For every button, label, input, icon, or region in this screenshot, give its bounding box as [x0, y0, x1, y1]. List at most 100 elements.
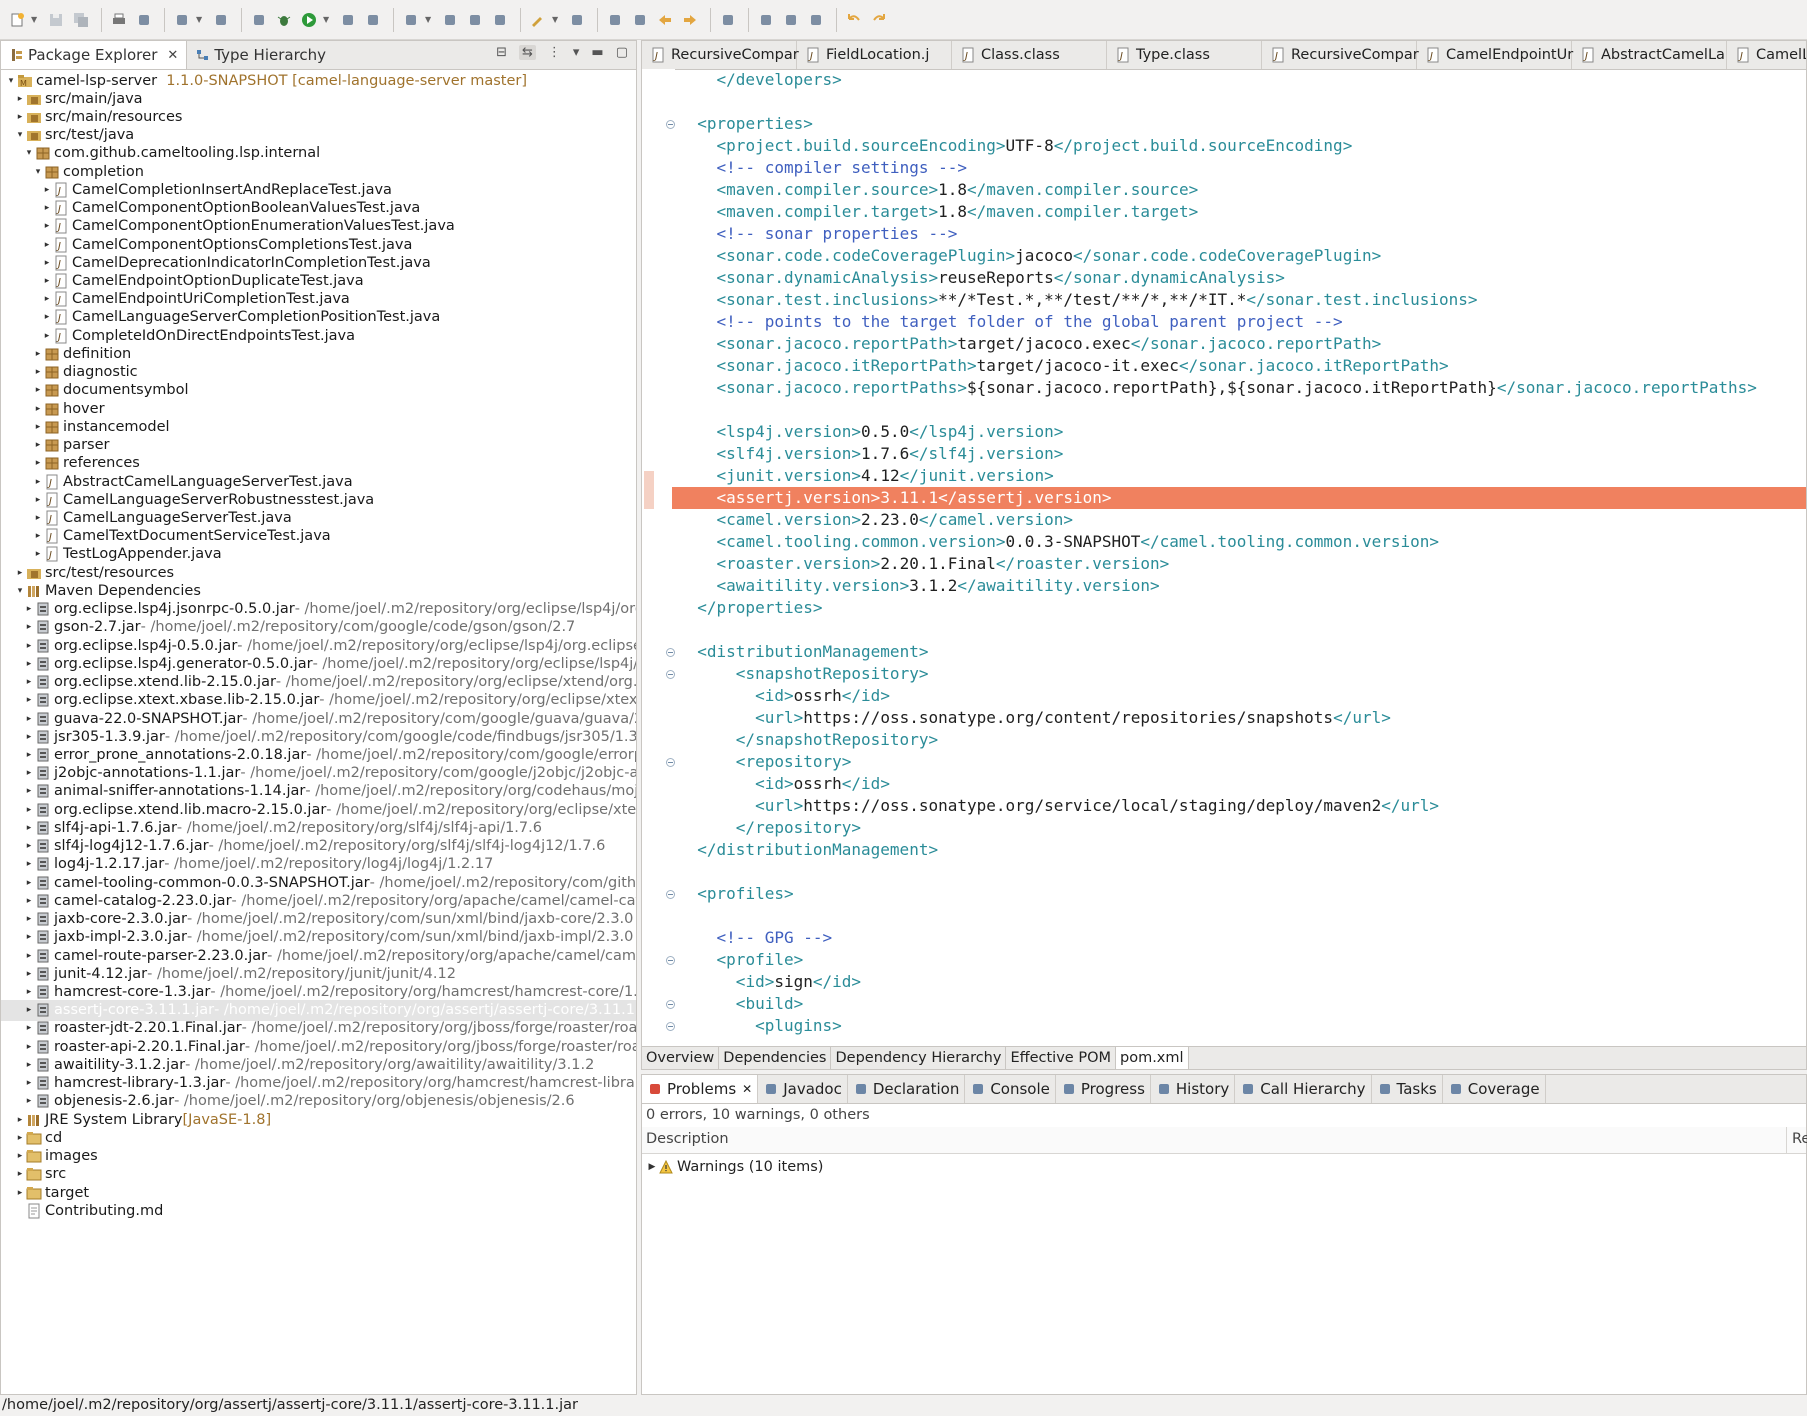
outline-icon[interactable]	[805, 9, 827, 31]
pin-editor-icon[interactable]	[717, 9, 739, 31]
chevron-right-icon[interactable]: ▸	[14, 1133, 26, 1143]
editor-page-tab[interactable]: Effective POM	[1006, 1047, 1116, 1069]
chevron-down-icon[interactable]: ▾	[5, 76, 17, 86]
chevron-right-icon[interactable]: ▸	[23, 969, 35, 979]
link-with-editor-icon[interactable]: ⇆	[518, 45, 536, 60]
chevron-right-icon[interactable]: ▸	[41, 294, 53, 304]
editor-page-tab[interactable]: Dependency Hierarchy	[831, 1047, 1007, 1069]
run-icon[interactable]	[298, 9, 320, 31]
print-icon[interactable]	[108, 9, 130, 31]
chevron-down-icon[interactable]: ▾	[14, 130, 26, 140]
column-description[interactable]: Description	[646, 1131, 729, 1147]
dropdown-arrow-icon[interactable]: ▼	[425, 15, 433, 24]
chevron-right-icon[interactable]: ▸	[23, 604, 35, 614]
column-resource[interactable]: Re	[1792, 1131, 1807, 1147]
fold-toggle-icon[interactable]	[666, 670, 675, 679]
chevron-right-icon[interactable]: ▸	[32, 367, 44, 377]
chevron-right-icon[interactable]: ▸	[23, 1042, 35, 1052]
chevron-right-icon[interactable]: ▸	[14, 1169, 26, 1179]
fold-toggle-icon[interactable]	[666, 120, 675, 129]
chevron-right-icon[interactable]: ▸	[23, 1023, 35, 1033]
tab-console[interactable]: Console	[965, 1075, 1056, 1103]
close-icon[interactable]: ✕	[742, 1082, 752, 1096]
redo-arrow-icon[interactable]	[868, 9, 890, 31]
fold-toggle-icon[interactable]	[666, 890, 675, 899]
chevron-right-icon[interactable]: ▸	[23, 1078, 35, 1088]
fold-toggle-icon[interactable]	[666, 1000, 675, 1009]
filter-icon[interactable]: ⋮	[548, 45, 561, 60]
chevron-right-icon[interactable]: ▸	[41, 276, 53, 286]
close-icon[interactable]: ✕	[167, 48, 178, 63]
collapse-all-icon[interactable]: ⊟	[496, 45, 507, 60]
save-all-icon[interactable]	[70, 9, 92, 31]
chevron-right-icon[interactable]: ▸	[32, 349, 44, 359]
chevron-right-icon[interactable]: ▸	[14, 94, 26, 104]
chevron-right-icon[interactable]: ▸	[23, 859, 35, 869]
fold-toggle-icon[interactable]	[666, 648, 675, 657]
tab-tasks[interactable]: Tasks	[1372, 1075, 1443, 1103]
dropdown-arrow-icon[interactable]: ▼	[552, 15, 560, 24]
minimize-icon[interactable]: ▬	[591, 45, 603, 60]
chevron-right-icon[interactable]: ▸	[23, 914, 35, 924]
dropdown-arrow-icon[interactable]: ▼	[323, 15, 331, 24]
chevron-right-icon[interactable]: ▸	[14, 568, 26, 578]
coverage-run-icon[interactable]	[337, 9, 359, 31]
xml-source-editor[interactable]: </developers> <properties> <project.buil…	[642, 69, 1806, 1049]
new-icon[interactable]	[6, 9, 28, 31]
chevron-right-icon[interactable]: ▸	[23, 841, 35, 851]
chevron-right-icon[interactable]: ▸	[23, 951, 35, 961]
editor-tab[interactable]: J RecursiveCompar	[642, 41, 799, 69]
open-task-icon[interactable]	[171, 9, 193, 31]
debug-icon[interactable]	[273, 9, 295, 31]
chevron-right-icon[interactable]: ▸	[32, 513, 44, 523]
chevron-right-icon[interactable]: ▸	[41, 312, 53, 322]
chevron-right-icon[interactable]: ▸	[23, 786, 35, 796]
chevron-right-icon[interactable]: ▸	[23, 714, 35, 724]
save-icon[interactable]	[45, 9, 67, 31]
chevron-right-icon[interactable]: ▸	[41, 258, 53, 268]
forward-icon[interactable]	[679, 9, 701, 31]
chevron-right-icon[interactable]: ▸	[32, 477, 44, 487]
chevron-right-icon[interactable]: ▸	[32, 549, 44, 559]
tab-history[interactable]: History	[1151, 1075, 1236, 1103]
open-type-icon[interactable]	[133, 9, 155, 31]
chevron-right-icon[interactable]: ▸	[23, 1005, 35, 1015]
chevron-right-icon[interactable]: ▸	[23, 932, 35, 942]
editor-tab[interactable]: J AbstractCamelLa	[1572, 41, 1727, 69]
chevron-right-icon[interactable]: ▸	[23, 878, 35, 888]
chevron-right-icon[interactable]: ▸	[41, 240, 53, 250]
chevron-right-icon[interactable]: ▸	[23, 987, 35, 997]
chevron-right-icon[interactable]: ▸	[23, 823, 35, 833]
chart-icon[interactable]	[780, 9, 802, 31]
expand-icon[interactable]: ▶	[646, 1162, 658, 1172]
build-icon[interactable]	[755, 9, 777, 31]
chevron-right-icon[interactable]: ▸	[41, 203, 53, 213]
chevron-right-icon[interactable]: ▸	[23, 622, 35, 632]
dropdown-arrow-icon[interactable]: ▼	[196, 15, 204, 24]
tab-type-hierarchy[interactable]: Type Hierarchy	[187, 41, 334, 69]
prev-annotation-icon[interactable]	[604, 9, 626, 31]
editor-tab[interactable]: J FieldLocation.j	[797, 41, 952, 69]
tree-item[interactable]: Contributing.md	[1, 1200, 636, 1221]
chevron-right-icon[interactable]: ▸	[23, 659, 35, 669]
chevron-right-icon[interactable]: ▸	[32, 385, 44, 395]
chevron-right-icon[interactable]: ▸	[32, 531, 44, 541]
chevron-right-icon[interactable]: ▸	[23, 896, 35, 906]
editor-tab[interactable]: J CamelLang	[1727, 41, 1806, 69]
new-class-icon[interactable]	[439, 9, 461, 31]
open-file-icon[interactable]	[489, 9, 511, 31]
dropdown-arrow-icon[interactable]: ▼	[31, 15, 39, 24]
chevron-right-icon[interactable]: ▸	[23, 695, 35, 705]
chevron-right-icon[interactable]: ▸	[23, 805, 35, 815]
chevron-right-icon[interactable]: ▸	[23, 1096, 35, 1106]
back-icon[interactable]	[654, 9, 676, 31]
chevron-right-icon[interactable]: ▸	[23, 750, 35, 760]
editor-tab[interactable]: J RecursiveCompar	[1262, 41, 1419, 69]
tab-declaration[interactable]: Declaration	[848, 1075, 966, 1103]
fold-toggle-icon[interactable]	[666, 1022, 675, 1031]
warnings-group-row[interactable]: ▶ Warnings (10 items)	[646, 1159, 824, 1175]
editor-page-tab[interactable]: Overview	[642, 1047, 720, 1069]
editor-page-tab[interactable]: Dependencies	[719, 1047, 832, 1069]
chevron-right-icon[interactable]: ▸	[32, 440, 44, 450]
chevron-right-icon[interactable]: ▸	[14, 1151, 26, 1161]
